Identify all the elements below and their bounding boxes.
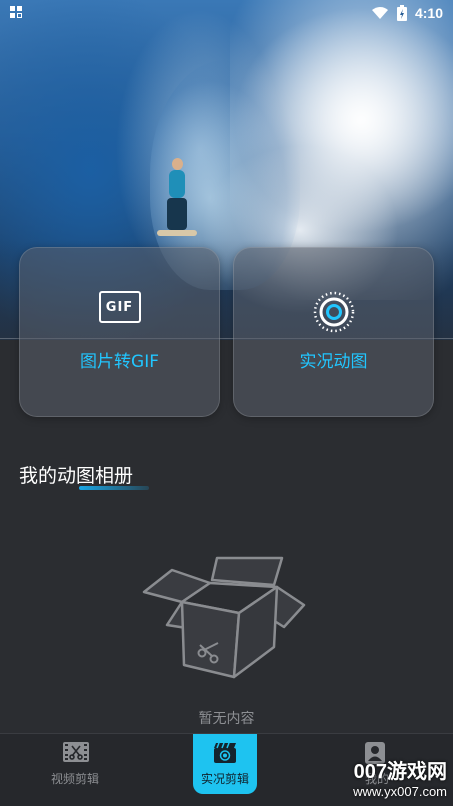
nav-video-edit[interactable]: 视频剪辑 xyxy=(15,734,135,806)
empty-state-text: 暂无内容 xyxy=(198,711,255,727)
nav-video-edit-label: 视频剪辑 xyxy=(50,772,99,786)
live-photo-label: 实况动图 xyxy=(299,352,368,372)
empty-box-icon xyxy=(142,556,306,679)
wifi-icon xyxy=(371,7,388,19)
image-to-gif-card[interactable]: GIF 图片转GIF xyxy=(19,247,220,417)
nav-live-edit-label: 实况剪辑 xyxy=(200,772,249,786)
surfer-figure xyxy=(157,158,197,236)
film-scissors-icon xyxy=(63,742,89,762)
status-bar: 4:10 xyxy=(0,0,453,26)
live-clapper-icon xyxy=(214,742,236,763)
live-photo-icon xyxy=(313,291,354,333)
battery-charging-icon xyxy=(396,5,407,21)
watermark-text: 007游戏网 xyxy=(353,761,447,783)
watermark: 007游戏网 www.yx007.com xyxy=(353,755,447,799)
image-to-gif-label: 图片转GIF xyxy=(80,352,159,372)
album-section-title: 我的动图相册 xyxy=(19,461,149,490)
album-title-text: 我的动图相册 xyxy=(19,465,134,487)
watermark-url: www.yx007.com xyxy=(353,784,447,799)
status-time: 4:10 xyxy=(414,5,443,21)
gif-icon: GIF xyxy=(98,291,141,323)
live-photo-card[interactable]: 实况动图 xyxy=(233,247,434,417)
notification-grid-icon xyxy=(10,6,22,18)
nav-live-edit[interactable]: 实况剪辑 xyxy=(193,734,257,806)
title-underline xyxy=(79,486,149,490)
